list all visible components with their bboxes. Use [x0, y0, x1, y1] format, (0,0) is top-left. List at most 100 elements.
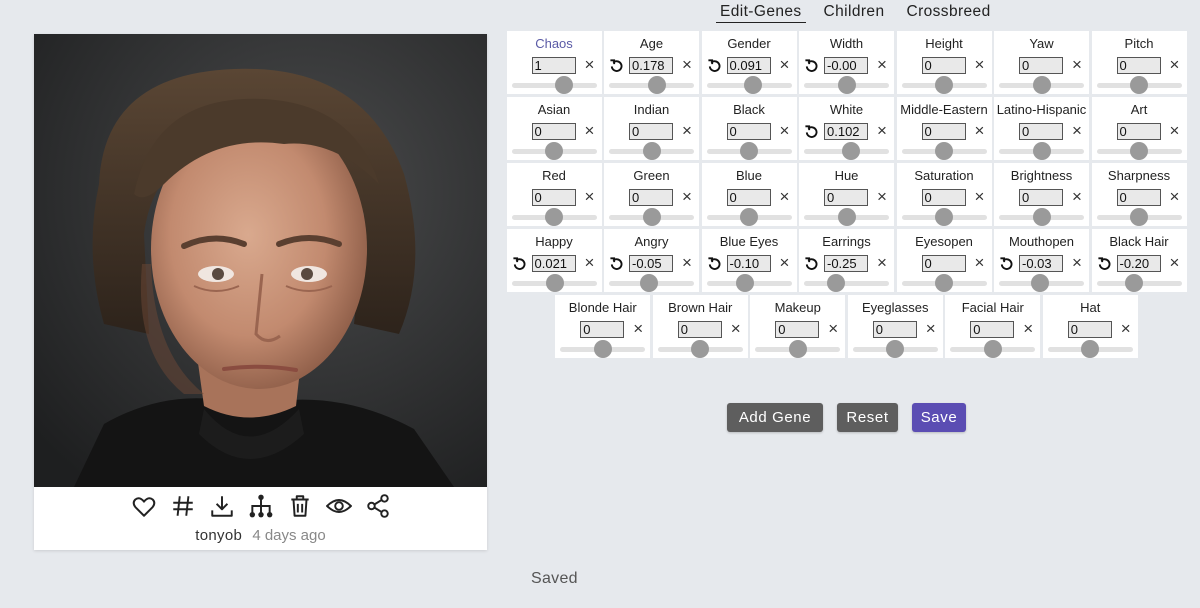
- clear-icon[interactable]: ×: [825, 320, 841, 338]
- add-gene-button[interactable]: Add Gene: [727, 403, 823, 432]
- clear-icon[interactable]: ×: [582, 122, 598, 140]
- gene-reset-button[interactable]: [804, 256, 819, 271]
- gene-slider-thumb[interactable]: [545, 208, 563, 226]
- gene-value-input[interactable]: 0.021: [531, 255, 576, 272]
- gene-value-input[interactable]: 0: [1116, 123, 1161, 140]
- tag-button[interactable]: [169, 492, 196, 519]
- gene-reset-button[interactable]: [1097, 256, 1112, 271]
- clear-icon[interactable]: ×: [1069, 254, 1085, 272]
- gene-slider-thumb[interactable]: [788, 340, 807, 358]
- clear-icon[interactable]: ×: [582, 188, 598, 206]
- clear-icon[interactable]: ×: [972, 254, 988, 272]
- gene-slider-thumb[interactable]: [935, 274, 953, 292]
- clear-icon[interactable]: ×: [972, 188, 988, 206]
- gene-value-input[interactable]: 0: [1067, 321, 1112, 338]
- gene-slider-thumb[interactable]: [648, 76, 667, 94]
- tab-crossbreed[interactable]: Crossbreed: [902, 3, 994, 23]
- clear-icon[interactable]: ×: [1069, 122, 1085, 140]
- gene-value-input[interactable]: 0: [531, 123, 576, 140]
- clear-icon[interactable]: ×: [874, 122, 890, 140]
- gene-reset-button[interactable]: [804, 58, 819, 73]
- like-button[interactable]: [130, 492, 157, 519]
- gene-value-input[interactable]: 0: [1116, 57, 1161, 74]
- clear-icon[interactable]: ×: [972, 122, 988, 140]
- clear-icon[interactable]: ×: [1020, 320, 1036, 338]
- clear-icon[interactable]: ×: [630, 320, 646, 338]
- clear-icon[interactable]: ×: [1167, 188, 1183, 206]
- gene-value-input[interactable]: -0.20: [1116, 255, 1161, 272]
- gene-value-input[interactable]: 0: [726, 123, 771, 140]
- gene-slider-thumb[interactable]: [1130, 208, 1148, 226]
- gene-value-input[interactable]: 0: [1019, 57, 1063, 74]
- lineage-button[interactable]: [247, 492, 274, 519]
- clear-icon[interactable]: ×: [1167, 56, 1183, 74]
- gene-value-input[interactable]: 0: [824, 189, 868, 206]
- tab-edit-genes[interactable]: Edit-Genes: [716, 3, 806, 23]
- gene-value-input[interactable]: 0: [970, 321, 1015, 338]
- gene-slider-thumb[interactable]: [1032, 208, 1051, 226]
- gene-value-input[interactable]: 0: [921, 57, 966, 74]
- gene-reset-button[interactable]: [707, 58, 722, 73]
- gene-value-input[interactable]: 0: [872, 321, 917, 338]
- clear-icon[interactable]: ×: [777, 122, 793, 140]
- gene-slider-thumb[interactable]: [1030, 274, 1049, 292]
- gene-slider-thumb[interactable]: [735, 274, 754, 292]
- gene-slider-thumb[interactable]: [1081, 340, 1100, 358]
- gene-slider-thumb[interactable]: [691, 340, 710, 358]
- clear-icon[interactable]: ×: [679, 254, 695, 272]
- gene-slider-thumb[interactable]: [1032, 142, 1051, 160]
- gene-slider-thumb[interactable]: [827, 274, 846, 292]
- gene-value-input[interactable]: 0: [580, 321, 625, 338]
- clear-icon[interactable]: ×: [582, 254, 598, 272]
- view-button[interactable]: [325, 492, 352, 519]
- gene-value-input[interactable]: 0.178: [629, 57, 673, 74]
- gene-reset-button[interactable]: [609, 58, 624, 73]
- gene-reset-button[interactable]: [609, 256, 624, 271]
- gene-value-input[interactable]: -0.25: [824, 255, 868, 272]
- clear-icon[interactable]: ×: [679, 56, 695, 74]
- gene-slider-thumb[interactable]: [740, 208, 758, 226]
- username[interactable]: tonyob: [195, 527, 242, 544]
- clear-icon[interactable]: ×: [1167, 254, 1183, 272]
- gene-slider-thumb[interactable]: [555, 76, 574, 94]
- gene-value-input[interactable]: 1: [531, 57, 576, 74]
- gene-value-input[interactable]: 0: [726, 189, 771, 206]
- gene-value-input[interactable]: 0: [531, 189, 576, 206]
- gene-slider-track[interactable]: [804, 281, 889, 286]
- clear-icon[interactable]: ×: [1167, 122, 1183, 140]
- portrait-image[interactable]: [34, 34, 487, 487]
- gene-slider-thumb[interactable]: [983, 340, 1002, 358]
- clear-icon[interactable]: ×: [777, 254, 793, 272]
- clear-icon[interactable]: ×: [777, 56, 793, 74]
- gene-reset-button[interactable]: [707, 256, 722, 271]
- gene-value-input[interactable]: 0: [921, 255, 966, 272]
- gene-slider-thumb[interactable]: [639, 274, 658, 292]
- gene-reset-button[interactable]: [804, 124, 819, 139]
- gene-value-input[interactable]: -0.10: [726, 255, 771, 272]
- save-button[interactable]: Save: [912, 403, 966, 432]
- gene-reset-button[interactable]: [999, 256, 1014, 271]
- gene-slider-thumb[interactable]: [935, 208, 953, 226]
- gene-slider-thumb[interactable]: [1130, 76, 1148, 94]
- reset-button[interactable]: Reset: [837, 403, 898, 432]
- clear-icon[interactable]: ×: [582, 56, 598, 74]
- gene-value-input[interactable]: 0: [1116, 189, 1161, 206]
- clear-icon[interactable]: ×: [874, 188, 890, 206]
- gene-slider-track[interactable]: [511, 83, 597, 88]
- clear-icon[interactable]: ×: [972, 56, 988, 74]
- tab-children[interactable]: Children: [820, 3, 889, 23]
- gene-slider-thumb[interactable]: [935, 142, 953, 160]
- gene-slider-thumb[interactable]: [837, 208, 856, 226]
- clear-icon[interactable]: ×: [679, 122, 695, 140]
- gene-value-input[interactable]: 0.102: [824, 123, 868, 140]
- gene-value-input[interactable]: 0.091: [726, 57, 771, 74]
- gene-slider-thumb[interactable]: [837, 76, 856, 94]
- gene-slider-thumb[interactable]: [642, 208, 661, 226]
- gene-slider-thumb[interactable]: [1124, 274, 1143, 292]
- gene-slider-thumb[interactable]: [740, 142, 758, 160]
- clear-icon[interactable]: ×: [874, 254, 890, 272]
- gene-value-input[interactable]: -0.00: [824, 57, 868, 74]
- clear-icon[interactable]: ×: [777, 188, 793, 206]
- delete-button[interactable]: [286, 492, 313, 519]
- clear-icon[interactable]: ×: [679, 188, 695, 206]
